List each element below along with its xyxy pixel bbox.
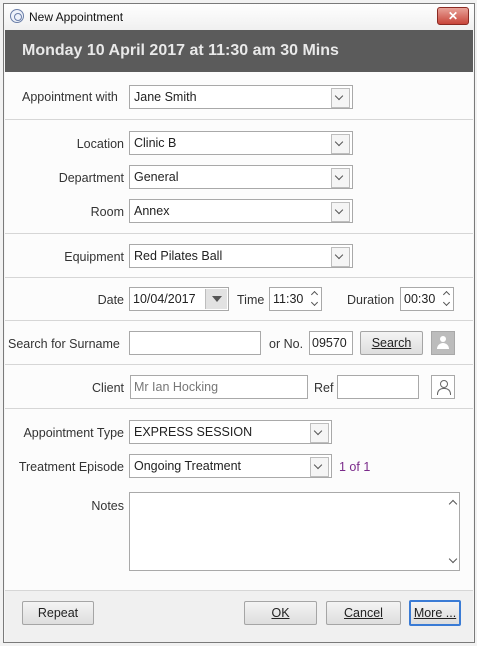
equipment-label: Equipment bbox=[64, 250, 124, 264]
chevron-down-icon[interactable] bbox=[331, 202, 350, 222]
appointment-with-label: Appointment with bbox=[22, 90, 118, 104]
appointment-type-value: EXPRESS SESSION bbox=[134, 425, 253, 439]
location-value: Clinic B bbox=[134, 136, 177, 150]
divider bbox=[5, 233, 473, 234]
department-label: Department bbox=[58, 171, 124, 185]
chevron-down-icon[interactable] bbox=[310, 457, 329, 477]
app-icon bbox=[10, 9, 24, 23]
number-label: or No. bbox=[269, 337, 304, 351]
triangle-down-icon bbox=[212, 296, 222, 302]
notes-scrollbar[interactable] bbox=[445, 493, 459, 570]
divider bbox=[5, 119, 473, 120]
time-value: 11:30 bbox=[273, 292, 304, 306]
client-label: Client bbox=[92, 381, 124, 395]
equipment-combo[interactable]: Red Pilates Ball bbox=[129, 244, 353, 268]
treatment-episode-value: Ongoing Treatment bbox=[134, 459, 242, 473]
new-appointment-window: New Appointment ✕ Monday 10 April 2017 a… bbox=[3, 3, 475, 643]
chevron-down-icon[interactable] bbox=[331, 247, 350, 267]
equipment-value: Red Pilates Ball bbox=[134, 249, 223, 263]
divider bbox=[5, 364, 473, 365]
department-combo[interactable]: General bbox=[129, 165, 353, 189]
repeat-button-label: Repeat bbox=[37, 606, 79, 620]
date-label: Date bbox=[97, 293, 124, 307]
title-bar: New Appointment ✕ bbox=[4, 4, 474, 30]
episode-count: 1 of 1 bbox=[339, 460, 371, 474]
number-value: 09570 bbox=[312, 336, 347, 350]
chevron-down-icon[interactable] bbox=[310, 423, 329, 443]
time-label: Time bbox=[237, 293, 265, 307]
duration-field[interactable]: 00:30 bbox=[400, 287, 454, 311]
cancel-button[interactable]: Cancel bbox=[326, 601, 401, 625]
ref-label: Ref bbox=[314, 381, 334, 395]
date-picker[interactable]: 10/04/2017 bbox=[129, 287, 229, 311]
divider bbox=[5, 277, 473, 278]
treatment-episode-combo[interactable]: Ongoing Treatment bbox=[129, 454, 332, 478]
ok-button[interactable]: OK bbox=[244, 601, 317, 625]
chevron-down-icon[interactable] bbox=[331, 134, 350, 154]
duration-value: 00:30 bbox=[404, 292, 436, 306]
chevron-up-icon[interactable] bbox=[448, 499, 458, 509]
surname-label: Search for Surname bbox=[8, 337, 120, 351]
room-combo[interactable]: Annex bbox=[129, 199, 353, 223]
client-person-icon[interactable] bbox=[431, 375, 455, 399]
notes-label: Notes bbox=[91, 499, 124, 513]
cancel-button-label: Cancel bbox=[344, 606, 383, 620]
number-input[interactable]: 09570 bbox=[309, 331, 353, 355]
divider bbox=[5, 320, 473, 321]
more-button[interactable]: More ... bbox=[409, 600, 461, 626]
appointment-with-value: Jane Smith bbox=[134, 90, 197, 104]
location-combo[interactable]: Clinic B bbox=[129, 131, 353, 155]
appointment-type-combo[interactable]: EXPRESS SESSION bbox=[129, 420, 332, 444]
appointment-summary: Monday 10 April 2017 at 11:30 am 30 Mins bbox=[22, 42, 339, 59]
room-label: Room bbox=[90, 205, 124, 219]
repeat-button[interactable]: Repeat bbox=[22, 601, 94, 625]
date-value: 10/04/2017 bbox=[133, 292, 196, 306]
close-button[interactable]: ✕ bbox=[437, 7, 469, 25]
more-button-label: More ... bbox=[413, 606, 457, 620]
duration-label: Duration bbox=[347, 293, 395, 307]
client-field: Mr Ian Hocking bbox=[130, 375, 308, 399]
chevron-down-icon[interactable] bbox=[331, 168, 350, 188]
notes-textarea[interactable] bbox=[129, 492, 460, 571]
calendar-dropdown-button[interactable] bbox=[205, 289, 227, 309]
department-value: General bbox=[134, 170, 179, 184]
duration-spinner-icon[interactable] bbox=[442, 289, 452, 309]
divider bbox=[5, 408, 473, 409]
location-label: Location bbox=[76, 137, 124, 151]
search-button-label: Search bbox=[371, 336, 412, 350]
client-value: Mr Ian Hocking bbox=[134, 380, 219, 394]
room-value: Annex bbox=[134, 204, 170, 218]
search-button[interactable]: Search bbox=[360, 331, 423, 355]
person-icon[interactable] bbox=[431, 331, 455, 355]
time-field[interactable]: 11:30 bbox=[269, 287, 322, 311]
chevron-down-icon[interactable] bbox=[331, 88, 350, 108]
appointment-with-combo[interactable]: Jane Smith bbox=[129, 85, 353, 109]
appointment-type-label: Appointment Type bbox=[23, 426, 124, 440]
window-title: New Appointment bbox=[29, 10, 124, 24]
ok-button-label: OK bbox=[271, 606, 290, 620]
time-spinner-icon[interactable] bbox=[310, 289, 320, 309]
surname-input[interactable] bbox=[129, 331, 261, 355]
treatment-episode-label: Treatment Episode bbox=[18, 460, 124, 474]
ref-input[interactable] bbox=[337, 375, 419, 399]
chevron-down-icon[interactable] bbox=[448, 554, 458, 564]
